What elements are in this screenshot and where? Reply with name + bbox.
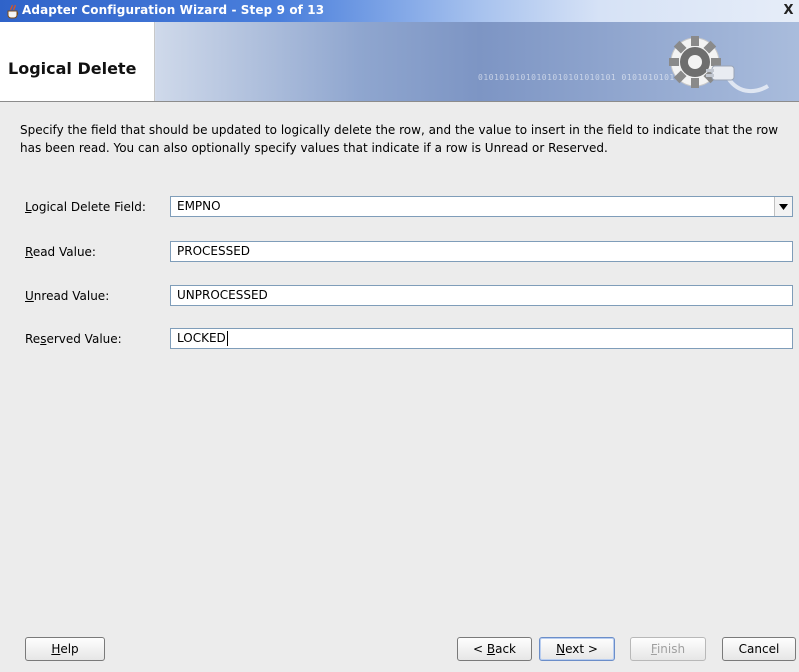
- label-prefix: Re: [25, 332, 41, 346]
- label-text: ogical Delete Field:: [31, 200, 146, 214]
- input-value: PROCESSED: [177, 244, 251, 258]
- unread-value-label: Unread Value:: [25, 289, 109, 303]
- java-cup-icon: [7, 4, 19, 19]
- instructions-text: Specify the field that should be updated…: [20, 123, 779, 155]
- label-mnemonic: R: [25, 245, 33, 259]
- label-mnemonic: U: [25, 289, 34, 303]
- unread-value-input[interactable]: UNPROCESSED: [170, 285, 793, 306]
- finish-button[interactable]: Finish: [630, 637, 706, 661]
- back-label: ack: [495, 642, 516, 656]
- next-button[interactable]: Next >: [539, 637, 615, 661]
- reserved-value-input[interactable]: LOCKED: [170, 328, 793, 349]
- finish-label: inish: [656, 642, 686, 656]
- cancel-button[interactable]: Cancel: [722, 637, 796, 661]
- logical-delete-field-select[interactable]: EMPNO: [170, 196, 793, 217]
- back-button[interactable]: < Back: [457, 637, 532, 661]
- label-text: erved Value:: [46, 332, 122, 346]
- logical-delete-field-label: Logical Delete Field:: [25, 200, 146, 214]
- window-title: Adapter Configuration Wizard - Step 9 of…: [22, 3, 325, 17]
- close-icon[interactable]: X: [780, 2, 797, 19]
- input-value: LOCKED: [177, 331, 226, 345]
- help-label: elp: [60, 642, 79, 656]
- next-label: ext >: [565, 642, 598, 656]
- cancel-label: Cancel: [738, 642, 780, 656]
- selected-value: EMPNO: [177, 199, 221, 213]
- wizard-banner: Logical Delete 0101010101010101010101010…: [0, 22, 799, 102]
- chevron-down-icon[interactable]: [774, 197, 792, 216]
- title-bar[interactable]: Adapter Configuration Wizard - Step 9 of…: [0, 0, 799, 22]
- help-button[interactable]: Help: [25, 637, 105, 661]
- help-mnemonic: H: [51, 642, 61, 656]
- input-value: UNPROCESSED: [177, 288, 268, 302]
- label-text: ead Value:: [32, 245, 96, 259]
- label-text: nread Value:: [33, 289, 110, 303]
- heading-panel: Logical Delete: [0, 22, 155, 101]
- reserved-value-label: Reserved Value:: [25, 332, 122, 346]
- read-value-label: Read Value:: [25, 245, 96, 259]
- back-prefix: <: [472, 642, 487, 656]
- back-mnemonic: B: [486, 642, 496, 656]
- text-cursor: [226, 331, 228, 346]
- wizard-content: Specify the field that should be updated…: [0, 102, 799, 672]
- next-mnemonic: N: [556, 642, 566, 656]
- page-title: Logical Delete: [8, 59, 137, 78]
- wizard-window: Adapter Configuration Wizard - Step 9 of…: [0, 0, 799, 672]
- read-value-input[interactable]: PROCESSED: [170, 241, 793, 262]
- gear-plug-icon: [669, 36, 770, 93]
